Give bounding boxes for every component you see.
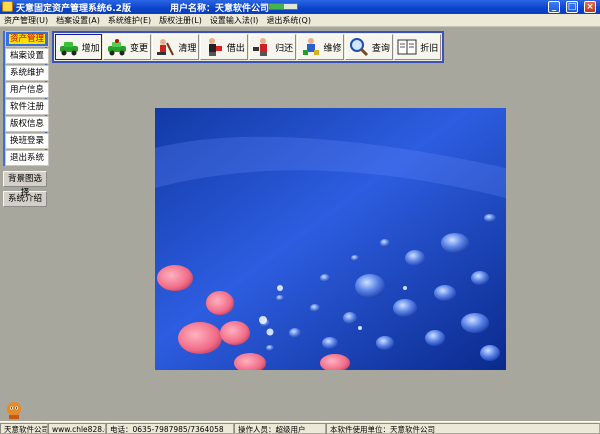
nav-exit-system[interactable]: 退出系统 xyxy=(5,150,49,166)
toolbar: 增加 变更 清理 借出 归还 维修 查询 折旧 xyxy=(52,31,444,63)
repair-button[interactable]: 维修 xyxy=(296,34,345,60)
return-button[interactable]: 归还 xyxy=(248,34,296,60)
change-label: 变更 xyxy=(130,43,149,54)
nav-shift-login[interactable]: 换班登录 xyxy=(5,133,49,149)
menu-maintenance[interactable]: 系统维护(E) xyxy=(104,15,155,26)
mascot-icon xyxy=(7,402,21,419)
menu-exit[interactable]: 退出系统(Q) xyxy=(262,15,315,26)
user-label: 用户名称：天意软件公司 xyxy=(170,4,270,14)
status-phone: 电话：0635-7987985/7364058 xyxy=(106,422,234,434)
query-button[interactable]: 查询 xyxy=(345,34,393,60)
app-icon xyxy=(2,1,13,12)
clean-icon xyxy=(157,39,175,56)
lend-icon xyxy=(208,38,222,56)
car-add-icon xyxy=(59,42,78,56)
nav-copyright-info[interactable]: 版权信息 xyxy=(5,116,49,132)
book-icon xyxy=(397,39,417,55)
title-bar: 天意固定资产管理系统6.2版 用户名称：天意软件公司 _ □ × xyxy=(0,0,600,14)
repair-label: 维修 xyxy=(323,43,342,54)
car-change-icon xyxy=(108,39,127,56)
menu-asset[interactable]: 资产管理(U) xyxy=(0,15,52,26)
nav-user-info[interactable]: 用户信息 xyxy=(5,82,49,98)
return-label: 归还 xyxy=(275,43,294,54)
status-operator: 操作人员：超级用户 xyxy=(234,422,326,434)
progress-bar xyxy=(268,3,298,10)
background-picture xyxy=(155,108,506,370)
depreciation-label: 折旧 xyxy=(420,43,439,54)
nav-archive-settings[interactable]: 档案设置 xyxy=(5,48,49,64)
status-bar: 天意软件公司 www.chle828.com 电话：0635-7987985/7… xyxy=(0,421,600,434)
query-label: 查询 xyxy=(371,43,390,54)
menu-bar: 资产管理(U) 档案设置(A) 系统维护(E) 版权注册(L) 设置输入法(I)… xyxy=(0,14,600,27)
add-label: 增加 xyxy=(81,43,100,54)
nav-software-register[interactable]: 软件注册 xyxy=(5,99,49,115)
window-title: 天意固定资产管理系统6.2版 xyxy=(16,4,131,14)
clean-button[interactable]: 清理 xyxy=(151,34,200,60)
menu-archive[interactable]: 档案设置(A) xyxy=(52,15,104,26)
menu-copyright[interactable]: 版权注册(L) xyxy=(155,15,206,26)
add-button[interactable]: 增加 xyxy=(55,34,103,60)
system-intro-button[interactable]: 系统介绍 xyxy=(3,191,47,207)
background-select-button[interactable]: 背景图选择 xyxy=(3,171,47,198)
close-button[interactable]: × xyxy=(584,1,596,13)
maximize-button[interactable]: □ xyxy=(566,1,578,13)
return-icon xyxy=(253,38,268,56)
left-nav: 资产管理 档案设置 系统维护 用户信息 软件注册 版权信息 换班登录 退出系统 … xyxy=(3,31,49,207)
depreciation-button[interactable]: 折旧 xyxy=(393,34,441,60)
minimize-button[interactable]: _ xyxy=(548,1,560,13)
lend-label: 借出 xyxy=(226,43,245,54)
clean-label: 清理 xyxy=(178,43,197,54)
magnifier-icon xyxy=(349,38,368,57)
status-unit: 本软件使用单位：天意软件公司 xyxy=(326,422,600,434)
menu-input-method[interactable]: 设置输入法(I) xyxy=(206,15,263,26)
lend-button[interactable]: 借出 xyxy=(200,34,248,60)
nav-system-maintenance[interactable]: 系统维护 xyxy=(5,65,49,81)
change-button[interactable]: 变更 xyxy=(103,34,151,60)
status-company: 天意软件公司 xyxy=(0,422,48,434)
repair-icon xyxy=(302,38,319,55)
status-website: www.chle828.com xyxy=(48,422,106,434)
nav-label: 资产管理 xyxy=(8,34,45,44)
nav-asset-management[interactable]: 资产管理 xyxy=(5,31,49,47)
